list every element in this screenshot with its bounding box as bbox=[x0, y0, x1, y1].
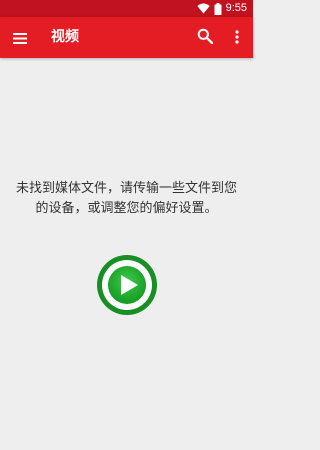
page-title: 视频 bbox=[51, 29, 79, 45]
play-icon bbox=[96, 254, 158, 316]
empty-state-line-2: 的设备，或调整您的偏好设置。 bbox=[35, 201, 218, 216]
battery-icon bbox=[214, 2, 222, 15]
search-icon bbox=[197, 28, 214, 48]
status-bar: 9:55 bbox=[0, 0, 253, 17]
menu-icon bbox=[13, 29, 27, 48]
app-bar: 视频 bbox=[0, 17, 253, 58]
menu-button[interactable] bbox=[9, 27, 31, 49]
empty-state-line-1: 未找到媒体文件，请传输一些文件到您 bbox=[15, 181, 237, 196]
play-button[interactable] bbox=[96, 254, 158, 316]
empty-state-message: 未找到媒体文件，请传输一些文件到您 的设备，或调整您的偏好设置。 bbox=[0, 179, 253, 219]
more-vert-icon bbox=[235, 29, 239, 48]
status-time: 9:55 bbox=[225, 2, 247, 14]
wifi-icon bbox=[196, 3, 210, 14]
status-icons: 9:55 bbox=[196, 2, 247, 15]
more-options-button[interactable] bbox=[229, 27, 245, 49]
search-button[interactable] bbox=[194, 27, 216, 49]
